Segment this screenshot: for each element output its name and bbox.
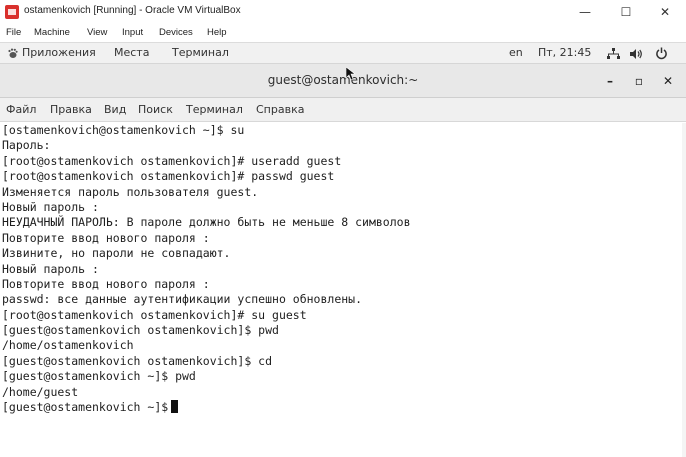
gnome-top-bar: Приложения Места Терминал en Пт, 21:45: [0, 42, 686, 64]
keyboard-layout-indicator[interactable]: en: [509, 46, 523, 59]
terminal-line: [guest@ostamenkovich ostamenkovich]$ cd: [2, 353, 273, 368]
terminal-line: [guest@ostamenkovich ~]$ pwd: [2, 369, 196, 384]
terminal-prompt-line[interactable]: [guest@ostamenkovich ~]$: [2, 400, 411, 415]
terminal-close-button[interactable]: ✕: [660, 73, 676, 89]
places-menu[interactable]: Места: [114, 46, 149, 59]
terminal-menu-file[interactable]: Файл: [6, 103, 36, 116]
virtualbox-titlebar: ostamenkovich [Running] - Oracle VM Virt…: [0, 0, 686, 24]
terminal-line: /home/ostamenkovich: [2, 338, 134, 353]
terminal-menu-help[interactable]: Справка: [256, 103, 304, 116]
window-maximize-button[interactable]: ☐: [616, 3, 636, 21]
terminal-line: Новый пароль :: [2, 199, 99, 214]
terminal-line: Изменяется пароль пользователя guest.: [2, 184, 259, 199]
power-icon[interactable]: [655, 47, 668, 60]
menu-input[interactable]: Input: [122, 27, 143, 38]
terminal-line: [guest@ostamenkovich ostamenkovich]$ pwd: [2, 323, 279, 338]
mouse-pointer-icon: [346, 67, 356, 81]
terminal-headerbar: guest@ostamenkovich:~ – ▫ ✕: [0, 64, 686, 98]
terminal-menubar: Файл Правка Вид Поиск Терминал Справка: [0, 98, 686, 122]
menu-machine[interactable]: Machine: [34, 27, 70, 38]
terminal-output[interactable]: [ostamenkovich@ostamenkovich ~]$ su Паро…: [0, 123, 686, 457]
terminal-menu-search[interactable]: Поиск: [138, 103, 173, 116]
terminal-menu-view[interactable]: Вид: [104, 103, 126, 116]
terminal-line: /home/guest: [2, 384, 79, 399]
terminal-maximize-button[interactable]: ▫: [631, 73, 647, 89]
menu-devices[interactable]: Devices: [159, 27, 193, 38]
terminal-line: [root@ostamenkovich ostamenkovich]# user…: [2, 153, 342, 168]
virtualbox-window-title: ostamenkovich [Running] - Oracle VM Virt…: [24, 5, 241, 16]
volume-icon[interactable]: [630, 48, 643, 60]
clock[interactable]: Пт, 21:45: [538, 46, 591, 59]
terminal-line: [root@ostamenkovich ostamenkovich]# pass…: [2, 169, 335, 184]
virtualbox-logo-icon: [5, 5, 19, 19]
terminal-line: Новый пароль :: [2, 261, 99, 276]
terminal-minimize-button[interactable]: –: [602, 73, 618, 89]
gnome-foot-icon: [8, 48, 18, 58]
terminal-line: [ostamenkovich@ostamenkovich ~]$ su: [2, 123, 245, 137]
window-minimize-button[interactable]: —: [575, 3, 595, 21]
terminal-menu-edit[interactable]: Правка: [50, 103, 92, 116]
terminal-line: passwd: все данные аутентификации успешн…: [2, 292, 363, 307]
terminal-cursor: [171, 400, 179, 414]
applications-menu[interactable]: Приложения: [22, 46, 96, 59]
terminal-prompt: [guest@ostamenkovich ~]$: [2, 400, 169, 415]
window-close-button[interactable]: ✕: [655, 3, 675, 21]
terminal-window-title: guest@ostamenkovich:~: [267, 73, 419, 87]
terminal-line: Пароль:: [2, 138, 51, 153]
terminal-scrollbar[interactable]: [682, 123, 686, 457]
menu-help[interactable]: Help: [207, 27, 227, 38]
virtualbox-menubar: File Machine View Input Devices Help: [0, 25, 686, 42]
menu-file[interactable]: File: [6, 27, 21, 38]
network-icon[interactable]: [607, 48, 620, 60]
terminal-menu-terminal[interactable]: Терминал: [186, 103, 243, 116]
menu-view[interactable]: View: [87, 27, 107, 38]
terminal-line: Повторите ввод нового пароля :: [2, 230, 210, 245]
terminal-line: Извините, но пароли не совпадают.: [2, 246, 231, 261]
terminal-line: [root@ostamenkovich ostamenkovich]# su g…: [2, 307, 307, 322]
terminal-line: НЕУДАЧНЫЙ ПАРОЛЬ: В пароле должно быть н…: [2, 215, 411, 230]
terminal-line: Повторите ввод нового пароля :: [2, 276, 210, 291]
terminal-app-menu[interactable]: Терминал: [172, 46, 229, 59]
